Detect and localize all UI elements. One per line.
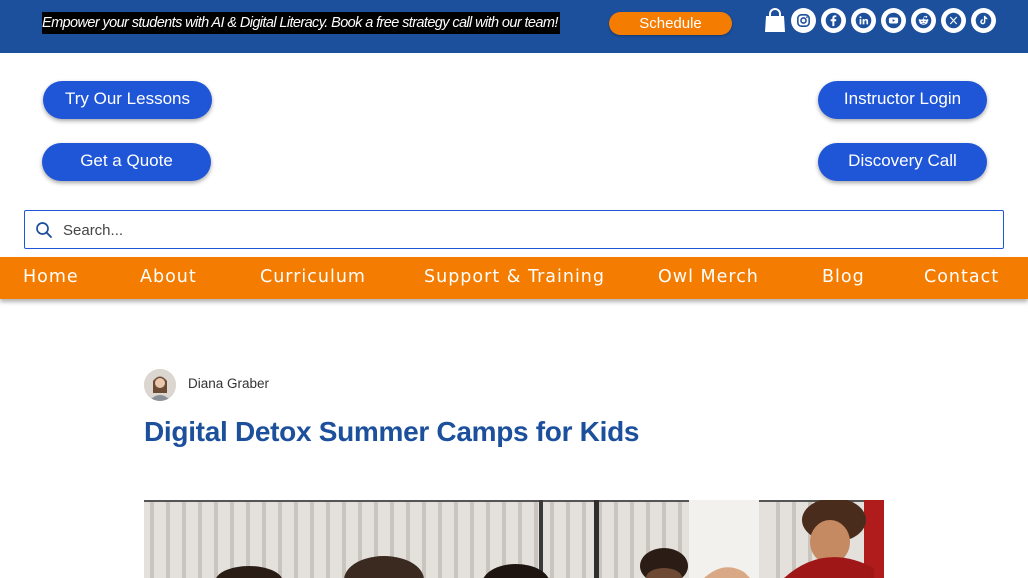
get-quote-button[interactable]: Get a Quote — [42, 143, 211, 181]
search-input[interactable] — [63, 217, 983, 243]
reddit-icon[interactable] — [911, 8, 936, 33]
post-title: Digital Detox Summer Camps for Kids — [144, 416, 640, 447]
nav-item-contact[interactable]: Contact — [924, 257, 999, 299]
x-icon[interactable] — [941, 8, 966, 33]
page: Empower your students with AI & Digital … — [0, 0, 1028, 578]
nav-item-blog[interactable]: Blog — [822, 257, 865, 299]
avatar[interactable] — [144, 369, 176, 401]
nav-item-support-training[interactable]: Support & Training — [424, 257, 605, 299]
facebook-icon[interactable] — [821, 8, 846, 33]
nav-item-home[interactable]: Home — [23, 257, 79, 299]
try-lessons-button[interactable]: Try Our Lessons — [43, 81, 212, 119]
instructor-login-button[interactable]: Instructor Login — [818, 81, 987, 119]
shopping-bag-icon[interactable] — [764, 8, 786, 34]
search-bar[interactable] — [24, 210, 1004, 249]
schedule-button[interactable]: Schedule — [609, 12, 732, 35]
discovery-call-button[interactable]: Discovery Call — [818, 143, 987, 181]
author-name[interactable]: Diana Graber — [188, 376, 269, 391]
tiktok-icon[interactable] — [971, 8, 996, 33]
post-hero-image — [144, 500, 884, 578]
promo-text[interactable]: Empower your students with AI & Digital … — [42, 12, 560, 34]
linkedin-icon[interactable] — [851, 8, 876, 33]
nav-item-owl-merch[interactable]: Owl Merch — [658, 257, 759, 299]
nav-item-curriculum[interactable]: Curriculum — [260, 257, 366, 299]
youtube-icon[interactable] — [881, 8, 906, 33]
nav-item-about[interactable]: About — [140, 257, 197, 299]
main-nav: Home About Curriculum Support & Training… — [0, 257, 1028, 299]
instagram-icon[interactable] — [791, 8, 816, 33]
top-banner: Empower your students with AI & Digital … — [0, 0, 1028, 53]
search-icon — [36, 222, 52, 238]
